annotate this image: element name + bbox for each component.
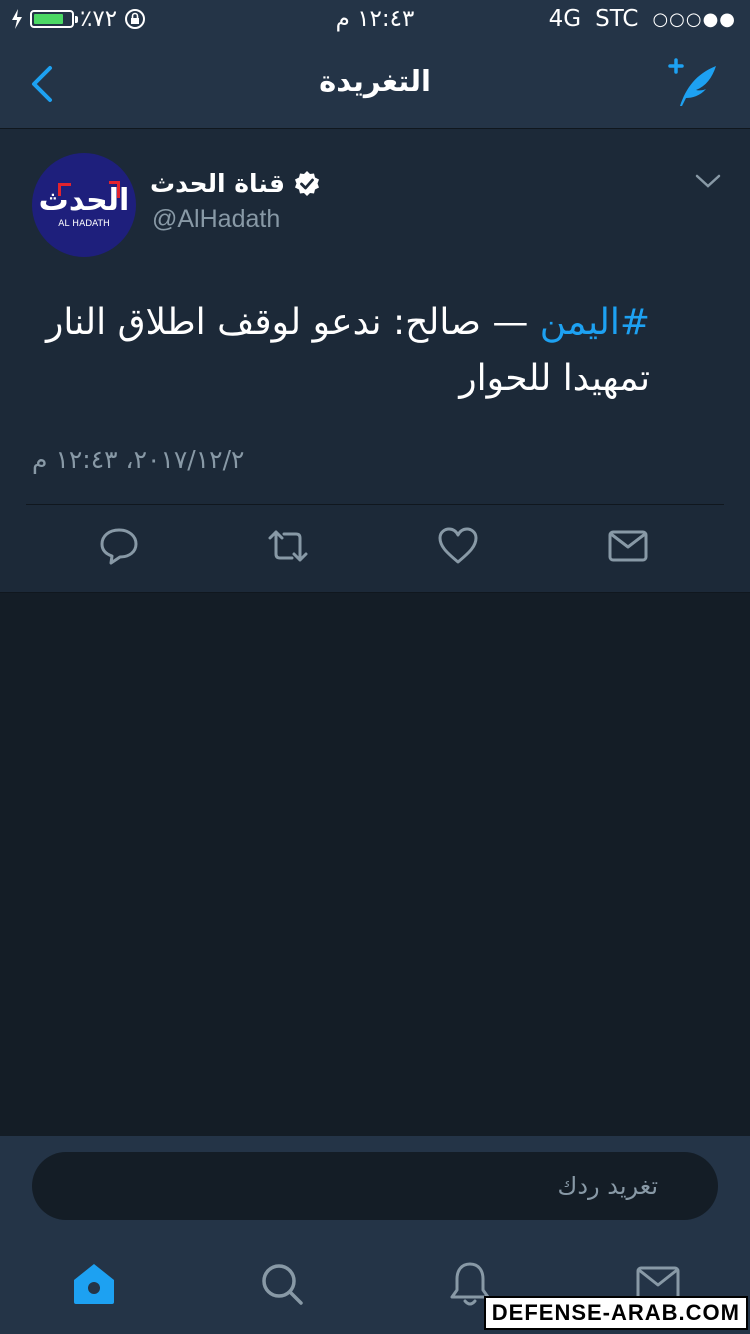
tweet-timestamp: ٢٠١٧/١٢/٢، ١٢:٤٣ م bbox=[32, 445, 245, 474]
avatar[interactable]: الحدث AL HADATH bbox=[32, 153, 136, 257]
tweet-actions bbox=[0, 524, 750, 572]
reply-icon[interactable] bbox=[97, 524, 141, 568]
home-icon[interactable] bbox=[70, 1260, 118, 1308]
author-name[interactable]: قناة الحدث bbox=[150, 169, 285, 198]
divider bbox=[26, 504, 724, 505]
tweet-detail: الحدث AL HADATH قناة الحدث @AlHadath #ال… bbox=[0, 129, 750, 593]
tweet-text: #اليمن — صالح: ندعو لوقف اطلاق النار تمه… bbox=[30, 295, 650, 407]
avatar-logo: الحدث bbox=[38, 183, 130, 218]
search-icon[interactable] bbox=[258, 1260, 306, 1308]
author-handle[interactable]: @AlHadath bbox=[152, 205, 280, 234]
verified-badge-icon bbox=[294, 170, 319, 196]
compose-tweet-icon[interactable] bbox=[666, 58, 722, 110]
like-heart-icon[interactable] bbox=[436, 524, 480, 568]
status-bar: ٪٧٢ ١٢:٤٣ م 4G STC ○○○●● bbox=[0, 0, 750, 40]
status-right: 4G STC ○○○●● bbox=[549, 6, 736, 32]
author-name-row: قناة الحدث bbox=[150, 169, 321, 198]
page-title: التغريدة bbox=[319, 64, 431, 98]
retweet-icon[interactable] bbox=[266, 524, 310, 568]
tab-bar: DEFENSE-ARAB.COM bbox=[0, 1236, 750, 1334]
reply-bar bbox=[0, 1136, 750, 1236]
nav-bar: التغريدة bbox=[0, 40, 750, 129]
hashtag-link[interactable]: #اليمن bbox=[540, 302, 650, 343]
watermark: DEFENSE-ARAB.COM bbox=[483, 1296, 748, 1330]
direct-message-icon[interactable] bbox=[606, 524, 650, 568]
reply-input[interactable] bbox=[32, 1152, 718, 1220]
chevron-down-icon[interactable] bbox=[694, 171, 722, 191]
network-type: 4G bbox=[548, 6, 582, 32]
signal-strength: ○○○●● bbox=[652, 8, 736, 30]
avatar-logo-sub: AL HADATH bbox=[58, 219, 110, 229]
carrier-name: STC bbox=[595, 6, 639, 32]
